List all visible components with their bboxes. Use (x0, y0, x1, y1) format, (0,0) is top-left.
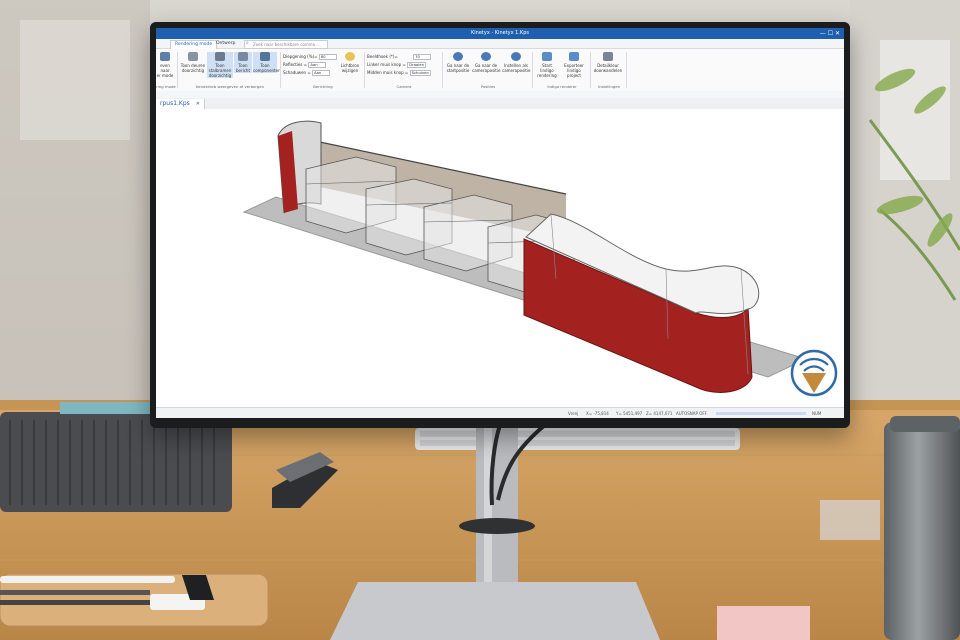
button-label: Toon deuren doorzichtig (180, 63, 206, 73)
tab-ontwerp[interactable]: Ontwerp (212, 40, 239, 48)
close-icon[interactable]: ✕ (196, 101, 200, 107)
transparency-field[interactable]: Diepgening (%)= 80 (283, 54, 337, 60)
status-snap[interactable]: AUTOSNAP OFF (676, 408, 707, 418)
ribbon-divider (442, 52, 443, 88)
button-label: Ga naar de startpositie (446, 63, 470, 73)
button-label: Toon stalbramen doorzichtig (208, 63, 232, 78)
ribbon-divider (626, 52, 627, 88)
field-value[interactable]: Aan (308, 62, 327, 68)
eye-icon (511, 52, 521, 61)
window-controls[interactable]: — ☐ ✕ (820, 28, 840, 39)
start-render-button[interactable]: Start lindigo rendering (535, 52, 559, 78)
ribbon-divider (177, 52, 178, 88)
reflections-field[interactable]: Reflecties = Aan (283, 62, 327, 68)
search-icon: ⌕ (246, 40, 249, 46)
status-bar: Vrenj X= -75,814 Y= 5451,497 Z= 4147,071… (156, 407, 844, 418)
field-value[interactable]: Schuiven (409, 70, 431, 76)
status-x: X= -75,814 (586, 411, 609, 416)
show-message-button[interactable]: Toon bericht (234, 52, 252, 73)
window-title: Kinetyx - Kinetyx 1.Kps (156, 28, 844, 39)
go-to-camera-button[interactable]: Ga naar de camerapositie (472, 52, 500, 73)
partial-mode-button[interactable]: even naar er mode (156, 52, 174, 78)
button-label: Instellen als camerapositie (502, 63, 531, 73)
field-label: Midden muis knop = (367, 70, 409, 75)
keyboard-icon (415, 428, 740, 450)
show-doors-transparent-button[interactable]: Toon deuren doorzichtig (180, 52, 206, 73)
left-mouse-field[interactable]: Linker muis knop = Draaien (367, 62, 427, 68)
eye-icon (481, 52, 491, 61)
eye-icon (453, 52, 463, 61)
camera-group-label: Camera (396, 84, 412, 89)
field-value[interactable]: Aan (311, 70, 330, 76)
field-value[interactable]: Draaien (407, 62, 427, 68)
document-tab-label: rpus1.Kps (160, 100, 190, 107)
shadows-field[interactable]: Schaduwen = Aan (283, 70, 330, 76)
ribbon-tab-row: Rendering mode Ontwerp Zoek naar beschik… (156, 39, 844, 49)
frame-icon (215, 52, 225, 61)
ribbon-divider (280, 52, 281, 88)
show-components-button[interactable]: Toon componenten (253, 52, 281, 73)
mode-icon (160, 52, 170, 61)
lightbulb-icon (345, 52, 355, 61)
change-light-button[interactable]: Lichtbron wijzigen (338, 52, 362, 73)
go-to-start-button[interactable]: Ga naar de startpositie (445, 52, 471, 73)
status-z: Z= 4147,071 (646, 411, 673, 416)
button-label: Toon bericht (235, 63, 251, 73)
field-label: Diepgening (%)= (283, 54, 318, 59)
message-icon (238, 52, 248, 61)
view-group-label: Kenderkeb weergeven of verbergen (196, 84, 264, 89)
door-icon (188, 52, 198, 61)
render-group-label: Berichting (313, 84, 333, 89)
tab-rendering-mode[interactable]: Rendering mode (170, 40, 218, 49)
partial-mode-label-1: even naar (160, 63, 170, 73)
positions-group-label: Posities (480, 84, 496, 89)
button-label: Exporteer lindigo project (564, 63, 584, 78)
logo-badge-icon (790, 349, 838, 397)
field-value[interactable]: 80 (318, 54, 337, 60)
status-mode: Vrenj (568, 411, 579, 416)
partial-mode-label-2: er mode (156, 73, 174, 78)
status-y: Y= 5451,497 (616, 411, 643, 416)
settings-group-label: Instellingen (597, 84, 621, 89)
button-label: Toon componenten (253, 63, 281, 73)
render-icon (542, 52, 552, 61)
partial-group-label: ring mode (156, 84, 176, 89)
field-label: Linker muis knop = (367, 62, 406, 67)
indigo-group-label: Indigo renderer (547, 84, 577, 89)
export-project-button[interactable]: Exporteer lindigo project (561, 52, 587, 78)
view-angle-field[interactable]: Beeldhoek (*)= 70 (367, 54, 432, 60)
button-label: Detailkleur doorwandelen (593, 63, 623, 73)
stand-model (242, 120, 838, 397)
export-icon (569, 52, 579, 61)
field-label: Beeldhoek (*)= (367, 54, 398, 59)
button-label: Lichtbron wijzigen (340, 63, 360, 73)
ribbon: even naar er mode ring mode Toon deuren … (156, 49, 844, 92)
button-label: Start lindigo rendering (537, 63, 557, 78)
document-tab[interactable]: rpus1.Kps ✕ (156, 99, 205, 109)
status-progress (716, 412, 806, 415)
show-frames-transparent-button[interactable]: Toon stalbramen doorzichtig (207, 52, 233, 78)
app-window: Kinetyx - Kinetyx 1.Kps — ☐ ✕ Rendering … (156, 28, 844, 418)
middle-mouse-field[interactable]: Midden muis knop = Schuiven (367, 70, 431, 76)
command-search-input[interactable]: Zoek naar beschikbare comma... (244, 40, 328, 49)
3d-viewport[interactable] (156, 109, 844, 406)
set-camera-button[interactable]: Instellen als camerapositie (502, 52, 530, 73)
field-label: Schaduwen = (283, 70, 311, 75)
components-icon (260, 52, 270, 61)
detail-settings-button[interactable]: Detailkleur doorwandelen (593, 52, 623, 73)
sliders-icon (603, 52, 613, 61)
status-num: NUM (812, 411, 822, 416)
field-label: Reflecties = (283, 62, 308, 67)
ribbon-divider (590, 52, 591, 88)
ribbon-divider (364, 52, 365, 88)
button-label: Ga naar de camerapositie (472, 63, 501, 73)
ribbon-divider (532, 52, 533, 88)
field-value[interactable]: 70 (413, 54, 432, 60)
